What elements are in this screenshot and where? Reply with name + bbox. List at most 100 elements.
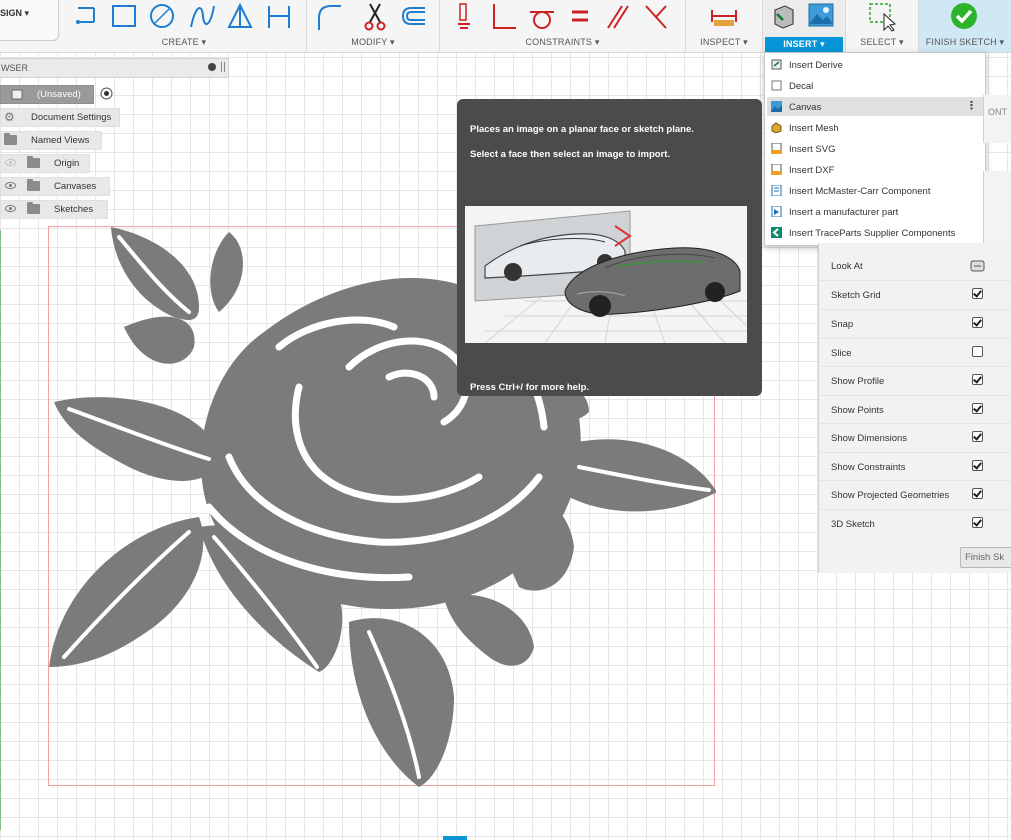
tooltip-illustration [465,206,747,343]
insert-menu-button[interactable]: INSERT ▾ [765,37,843,52]
triangle-icon[interactable] [226,2,254,32]
inspect-menu[interactable]: INSPECT ▾ [686,37,762,48]
mesh-icon [771,122,782,133]
browser-item-origin[interactable]: Origin [0,154,90,173]
measure-icon[interactable] [710,2,738,32]
perpendicular-constraint-icon[interactable] [642,2,670,32]
tooltip-help-hint: Press Ctrl+/ for more help. [470,382,590,393]
browser-root-unsaved[interactable]: (Unsaved) [0,85,94,104]
select-icon[interactable] [868,2,896,32]
visibility-eye-icon[interactable] [5,182,16,189]
show-constraints-checkbox[interactable] [972,460,983,471]
offset-icon[interactable] [399,2,427,32]
activate-radio-icon[interactable] [100,87,113,100]
visibility-eye-icon[interactable] [5,159,16,166]
3d-sketch-checkbox[interactable] [972,517,983,528]
option-look-at[interactable]: Look At [819,252,1011,280]
option-snap[interactable]: Snap [819,309,1011,338]
browser-item-label: Sketches [54,204,94,215]
menu-item-insert-traceparts[interactable]: Insert TraceParts Supplier Components [767,223,983,242]
workspace-label: SIGN ▾ [0,8,30,18]
menu-item-insert-mcmaster[interactable]: Insert McMaster-Carr Component [767,181,983,200]
option-slice[interactable]: Slice [819,338,1011,367]
option-show-constraints[interactable]: Show Constraints [819,452,1011,481]
option-show-points[interactable]: Show Points [819,395,1011,424]
finish-sketch-menu[interactable]: FINISH SKETCH ▾ [919,37,1011,48]
create-menu[interactable]: CREATE ▾ [62,37,306,48]
rectangle-icon[interactable] [110,2,138,32]
background-panel: ONT [983,95,1011,143]
tangent-constraint-icon[interactable] [528,2,556,32]
option-show-projected-geometries[interactable]: Show Projected Geometries [819,480,1011,509]
menu-item-insert-mesh[interactable]: Insert Mesh [767,118,983,137]
option-show-profile[interactable]: Show Profile [819,366,1011,395]
constraints-group: CONSTRAINTS ▾ [440,0,686,52]
snap-checkbox[interactable] [972,317,983,328]
background-panel-text: ONT [988,107,1007,117]
option-show-dimensions[interactable]: Show Dimensions [819,423,1011,452]
circle-icon[interactable] [148,2,176,32]
menu-item-insert-svg[interactable]: Insert SVG [767,139,983,158]
look-at-icon[interactable] [970,259,985,272]
browser-item-label: Canvases [54,181,97,192]
finish-sketch-button-label: Finish Sk [965,552,1005,563]
menu-item-insert-dxf[interactable]: Insert DXF [767,160,983,179]
option-label: Snap [831,319,854,330]
browser-item-label: Origin [54,158,80,169]
parallel-constraint-icon[interactable] [604,2,632,32]
workspace-switcher-button[interactable]: SIGN ▾ [0,0,59,41]
fix-constraint-icon[interactable] [450,2,478,32]
browser-title: WSER [1,63,28,73]
menu-item-insert-derive[interactable]: Insert Derive [767,55,983,74]
gear-icon: ⚙ [4,110,15,124]
finish-sketch-group: FINISH SKETCH ▾ [919,0,1011,52]
option-label: Show Projected Geometries [831,490,950,501]
show-dimensions-checkbox[interactable] [972,431,983,442]
insert-canvas-icon[interactable] [807,2,835,32]
dimension-icon[interactable] [265,2,293,32]
trim-scissors-icon[interactable] [361,2,389,32]
tooltip-instruction: Select a face then select an image to im… [470,149,671,160]
visibility-eye-icon[interactable] [5,205,16,212]
option-sketch-grid[interactable]: Sketch Grid [819,280,1011,309]
folder-icon [4,133,17,145]
polyline-icon[interactable] [72,2,100,32]
inspect-group: INSPECT ▾ [686,0,763,52]
slice-checkbox[interactable] [972,346,983,357]
menu-item-decal[interactable]: Decal [767,76,983,95]
modify-menu[interactable]: MODIFY ▾ [307,37,439,48]
bottom-timeline-marker[interactable] [443,836,467,840]
create-group: CREATE ▾ [62,0,307,52]
option-label: Show Profile [831,376,885,387]
browser-item-document-settings[interactable]: ⚙ Document Settings [0,108,120,127]
more-options-icon[interactable]: ⋮ [966,99,977,112]
browser-item-sketches[interactable]: Sketches [0,200,108,219]
finish-sketch-check-icon[interactable] [950,2,978,32]
browser-pin-icon[interactable] [208,63,216,71]
option-label: Sketch Grid [831,290,881,301]
browser-item-label: Document Settings [31,112,112,123]
folder-icon [27,179,40,191]
coincident-constraint-icon[interactable] [490,2,518,32]
option-3d-sketch[interactable]: 3D Sketch [819,509,1011,538]
fillet-icon[interactable] [315,2,343,32]
finish-sketch-button[interactable]: Finish Sk [960,547,1011,568]
spline-icon[interactable] [188,2,216,32]
show-projected-geometries-checkbox[interactable] [972,488,983,499]
constraints-menu[interactable]: CONSTRAINTS ▾ [440,37,685,48]
browser-item-named-views[interactable]: Named Views [0,131,102,150]
equal-constraint-icon[interactable] [566,2,594,32]
menu-item-insert-manufacturer-part[interactable]: Insert a manufacturer part [767,202,983,221]
derive-icon [771,59,782,70]
option-label: Look At [831,261,863,272]
browser-item-canvases[interactable]: Canvases [0,177,110,196]
menu-item-canvas[interactable]: Canvas ⋮ [767,97,983,116]
sketch-grid-checkbox[interactable] [972,288,983,299]
show-profile-checkbox[interactable] [972,374,983,385]
menu-item-label: Insert TraceParts Supplier Components [789,228,956,239]
option-label: Show Points [831,405,884,416]
show-points-checkbox[interactable] [972,403,983,414]
select-menu[interactable]: SELECT ▾ [846,37,918,48]
insert-derive-icon[interactable] [769,2,797,32]
browser-collapse-icon[interactable] [221,62,225,72]
